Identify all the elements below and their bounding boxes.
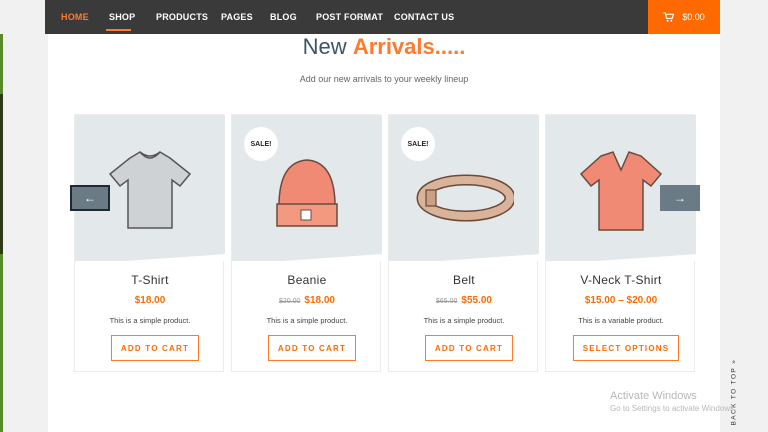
carousel-next-button[interactable]: →	[660, 185, 700, 211]
select-options-button[interactable]: SELECT OPTIONS	[573, 335, 679, 361]
image-slant	[75, 252, 225, 261]
product-name: Belt	[453, 273, 475, 287]
vneck-image	[579, 151, 663, 231]
shopping-cart-icon	[663, 11, 675, 22]
section-title-part1: New	[302, 34, 347, 59]
product-price: $65.00 $55.00	[389, 295, 539, 306]
carousel-prev-button[interactable]: ←	[70, 185, 110, 211]
nav-home[interactable]: HOME	[61, 0, 89, 34]
product-image-belt[interactable]: SALE!	[389, 115, 539, 261]
add-to-cart-button[interactable]: ADD TO CART	[111, 335, 199, 361]
product-description: This is a simple product.	[266, 316, 348, 325]
product-card-vneck[interactable]: V-Neck T-Shirt $15.00 – $20.00 This is a…	[545, 114, 696, 372]
product-price: $18.00	[75, 295, 225, 306]
tshirt-image	[108, 151, 192, 229]
image-slant	[546, 252, 696, 261]
left-edge-strip	[0, 34, 3, 432]
price-current: $18.00	[304, 295, 335, 306]
product-name: T-Shirt	[131, 273, 169, 287]
watermark-line1: Activate Windows	[610, 390, 697, 402]
sale-badge: SALE!	[401, 127, 435, 161]
section-subtitle: Add our new arrivals to your weekly line…	[299, 74, 469, 84]
nav-contact-us[interactable]: CONTACT US	[394, 0, 454, 34]
product-description: This is a variable product.	[578, 316, 664, 325]
section-title-part2: Arrivals.....	[352, 34, 466, 59]
product-card-belt[interactable]: SALE! Belt $65.00 $55.00 This is a simple…	[388, 114, 539, 372]
product-price: $20.00 $18.00	[232, 295, 382, 306]
price-current: $15.00 – $20.00	[584, 295, 658, 306]
nav-pages[interactable]: PAGES	[221, 0, 253, 34]
nav-products[interactable]: PRODUCTS	[156, 0, 208, 34]
price-current: $55.00	[461, 295, 492, 306]
product-price: $15.00 – $20.00	[546, 295, 696, 306]
product-name: Beanie	[287, 273, 327, 287]
price-current: $18.00	[134, 295, 166, 306]
sale-badge: SALE!	[244, 127, 278, 161]
image-slant	[389, 252, 539, 261]
cart-total: $0.00	[682, 12, 705, 22]
product-card-tshirt[interactable]: T-Shirt $18.00 This is a simple product.…	[74, 114, 225, 372]
price-old: $65.00	[435, 298, 458, 305]
left-edge-dark-band	[0, 94, 3, 254]
nav-blog[interactable]: BLOG	[270, 0, 297, 34]
nav-post-format[interactable]: POST FORMAT	[316, 0, 383, 34]
cart-button[interactable]: $0.00	[648, 0, 720, 34]
product-description: This is a simple product.	[423, 316, 505, 325]
price-old: $20.00	[278, 298, 301, 305]
image-slant	[232, 252, 382, 261]
windows-activation-watermark: Activate Windows Go to Settings to activ…	[610, 390, 736, 413]
section-title: New Arrivals.....	[0, 34, 768, 60]
nav-shop[interactable]: SHOP	[109, 0, 135, 34]
watermark-line2: Go to Settings to activate Windows.	[610, 404, 737, 413]
product-card-beanie[interactable]: SALE! Beanie $20.00 $18.00 This is a simp…	[231, 114, 382, 372]
top-navbar: HOME SHOP PRODUCTS PAGES BLOG POST FORMA…	[45, 0, 720, 34]
add-to-cart-button[interactable]: ADD TO CART	[268, 335, 356, 361]
add-to-cart-button[interactable]: ADD TO CART	[425, 335, 513, 361]
product-image-beanie[interactable]: SALE!	[232, 115, 382, 261]
product-name: V-Neck T-Shirt	[580, 273, 662, 287]
product-description: This is a simple product.	[109, 316, 191, 325]
